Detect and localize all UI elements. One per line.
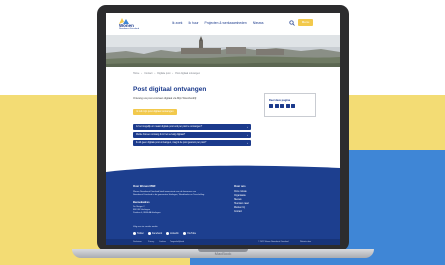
digital-post-cta-button[interactable]: Ik wil mijn post digitaal ontvangen [133, 109, 177, 115]
social-youtube[interactable]: YouTube [183, 232, 196, 235]
footer-link[interactable]: Werken bij [234, 207, 245, 209]
faq-question: Welke brieven ontvang ik in het vervolg … [136, 134, 186, 136]
site-logo[interactable]: Wonen Noordwest Friesland [119, 18, 141, 30]
breadcrumb-digitale-post[interactable]: Digitale post [157, 72, 170, 75]
footer-link[interactable]: Organisatie [234, 195, 246, 197]
breadcrumb-current: Post digitaal ontvangen [175, 72, 201, 75]
linkedin-icon [166, 232, 169, 235]
footer-bottom-link[interactable]: Disclaimer [133, 241, 142, 243]
page-title: Post digitaal ontvangen [133, 86, 207, 93]
nav-item-nieuws[interactable]: Nieuws [253, 21, 264, 25]
social-linkedin[interactable]: LinkedIn [166, 232, 179, 235]
footer-bottom-link[interactable]: Toegankelijkheid [170, 241, 184, 243]
mail-icon[interactable] [291, 104, 295, 108]
breadcrumb: Home › Contact › Digitale post › Post di… [133, 72, 200, 75]
breadcrumb-separator: › [172, 72, 174, 75]
footer-link[interactable]: Contact [234, 211, 242, 213]
footer-about-line: Wonen Noordwest Friesland biedt woonruim… [133, 191, 197, 193]
nav-item-ik-zoek[interactable]: Ik zoek [172, 21, 182, 25]
linkedin-icon[interactable] [280, 104, 284, 108]
footer-social-title: Volg ons via sociale media [133, 226, 158, 228]
footer-copyright: © 2022 Wonen Noordwest Friesland [258, 240, 289, 243]
footer-bottom-bar: Disclaimer Privacy Cookies Toegankelijkh… [106, 239, 340, 245]
footer-bottom-link[interactable]: Privacy [148, 241, 154, 243]
chevron-right-icon: › [247, 141, 248, 145]
social-label: Facebook [152, 232, 163, 235]
footer-visit-title: Bezoekadres [133, 201, 150, 204]
laptop-screen: Wonen Noordwest Friesland Ik zoek Ik huu… [106, 13, 340, 245]
youtube-icon [183, 232, 186, 235]
share-icons [269, 104, 295, 108]
faq-item[interactable]: Is het mogelijk om naast digitale post o… [133, 124, 251, 130]
footer-links-title: Over ons [234, 185, 246, 188]
nav-item-projecten[interactable]: Projecten & werkzaamheden [205, 21, 247, 25]
social-facebook[interactable]: Facebook [148, 232, 162, 235]
footer-link[interactable]: Nieuws [234, 199, 242, 201]
social-twitter[interactable]: Twitter [133, 232, 144, 235]
whatsapp-icon[interactable] [285, 104, 290, 108]
share-title: Deel deze pagina [269, 99, 291, 102]
chevron-right-icon: › [247, 133, 248, 137]
social-label: LinkedIn [170, 232, 179, 235]
footer-link[interactable]: Onze missie [234, 191, 247, 193]
hero-image [106, 35, 340, 67]
twitter-icon [133, 232, 136, 235]
faq-item[interactable]: Welke brieven ontvang ik in het vervolg … [133, 132, 251, 138]
hero-landscape-illustration [106, 35, 340, 67]
search-icon[interactable] [289, 20, 295, 26]
footer-visit-line: Postbus 4, 8860 AA Harlingen [133, 212, 161, 214]
page-intro: Ontvang uw post voortaan digitaal via Mi… [133, 97, 197, 100]
facebook-icon [148, 232, 151, 235]
faq-item[interactable]: Ik wil geen digitale post ontvangen, mag… [133, 140, 251, 146]
footer-link[interactable]: Huurders raad [234, 203, 249, 205]
site-header: Wonen Noordwest Friesland Ik zoek Ik huu… [106, 13, 340, 35]
logo-subtitle: Noordwest Friesland [119, 28, 140, 30]
footer-about-title: Over Wonen NWF [133, 185, 156, 188]
faq-question: Ik wil geen digitale post ontvangen, mag… [136, 142, 207, 144]
footer-visit-line: 8861 AT Harlingen [133, 209, 151, 211]
main-nav: Ik zoek Ik huur Projecten & werkzaamhede… [172, 21, 264, 25]
footer-visit-line: De Steiger 2 [133, 206, 145, 208]
footer-credit[interactable]: Website door [300, 241, 311, 243]
facebook-icon[interactable] [269, 104, 273, 108]
breadcrumb-separator: › [141, 72, 143, 75]
laptop-notch [198, 249, 248, 252]
breadcrumb-separator: › [154, 72, 156, 75]
breadcrumb-home[interactable]: Home [133, 72, 139, 75]
footer-bottom-link[interactable]: Cookies [159, 241, 166, 243]
footer-about-line: Noordwest Friesland in de gemeenten Harl… [133, 194, 205, 196]
social-label: Twitter [137, 232, 144, 235]
chevron-right-icon: › [247, 125, 248, 129]
faq-question: Is het mogelijk om naast digitale post o… [136, 126, 203, 128]
menu-button[interactable]: Menu [298, 19, 313, 26]
twitter-icon[interactable] [274, 104, 279, 108]
breadcrumb-contact[interactable]: Contact [144, 72, 152, 75]
nav-item-ik-huur[interactable]: Ik huur [188, 21, 198, 25]
share-box: Deel deze pagina [264, 93, 316, 117]
social-label: YouTube [187, 232, 197, 235]
